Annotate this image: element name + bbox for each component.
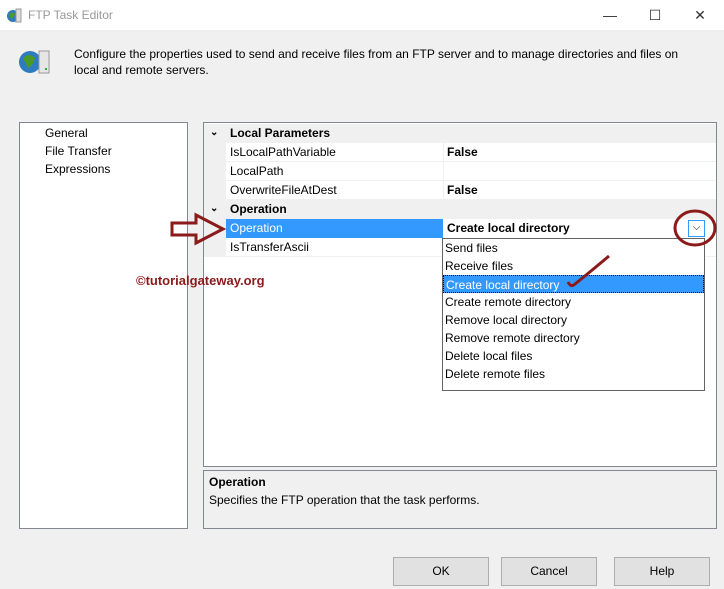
chevron-down-icon[interactable]: ⌄ [210, 200, 218, 218]
watermark: ©tutorialgateway.org [136, 273, 265, 288]
chevron-down-icon[interactable]: ⌄ [210, 124, 218, 142]
help-panel: Operation Specifies the FTP operation th… [203, 470, 717, 529]
property-row[interactable]: OverwriteFileAtDest False [204, 181, 716, 200]
option-delete-remote-files[interactable]: Delete remote files [443, 365, 704, 383]
option-remove-local-directory[interactable]: Remove local directory [443, 311, 704, 329]
nav-item-expressions[interactable]: Expressions [45, 162, 110, 176]
property-row[interactable]: LocalPath [204, 162, 716, 181]
option-send-files[interactable]: Send files [443, 239, 704, 257]
ftp-globe-server-icon [7, 8, 22, 23]
option-delete-local-files[interactable]: Delete local files [443, 347, 704, 365]
help-text: Specifies the FTP operation that the tas… [209, 493, 480, 507]
description-text: Configure the properties used to send an… [74, 47, 679, 77]
page-nav-list: General File Transfer Expressions [19, 122, 188, 529]
category-local-parameters[interactable]: ⌄ Local Parameters [204, 124, 716, 143]
property-row[interactable]: IsLocalPathVariable False [204, 143, 716, 162]
option-create-local-directory[interactable]: Create local directory [443, 275, 704, 293]
help-title: Operation [209, 475, 266, 489]
cancel-button[interactable]: Cancel [501, 557, 597, 586]
category-operation[interactable]: ⌄ Operation [204, 200, 716, 219]
nav-item-file-transfer[interactable]: File Transfer [45, 144, 112, 158]
close-button[interactable]: ✕ [685, 4, 715, 26]
window-title: FTP Task Editor [28, 8, 113, 22]
option-create-remote-directory[interactable]: Create remote directory [443, 293, 704, 311]
property-row-selected[interactable]: Operation Create local directory ⌵ [204, 219, 716, 238]
help-button[interactable]: Help [614, 557, 710, 586]
dropdown-arrow-button[interactable]: ⌵ [688, 220, 705, 237]
ok-button[interactable]: OK [393, 557, 489, 586]
option-remove-remote-directory[interactable]: Remove remote directory [443, 329, 704, 347]
nav-item-general[interactable]: General [45, 126, 88, 140]
option-receive-files[interactable]: Receive files [443, 257, 704, 275]
maximize-button[interactable]: ☐ [640, 4, 670, 26]
operation-dropdown-list[interactable]: Send files Receive files Create local di… [442, 238, 705, 391]
title-bar: FTP Task Editor — ☐ ✕ [0, 0, 724, 30]
minimize-button[interactable]: — [595, 4, 625, 26]
ftp-globe-server-icon [19, 50, 50, 74]
